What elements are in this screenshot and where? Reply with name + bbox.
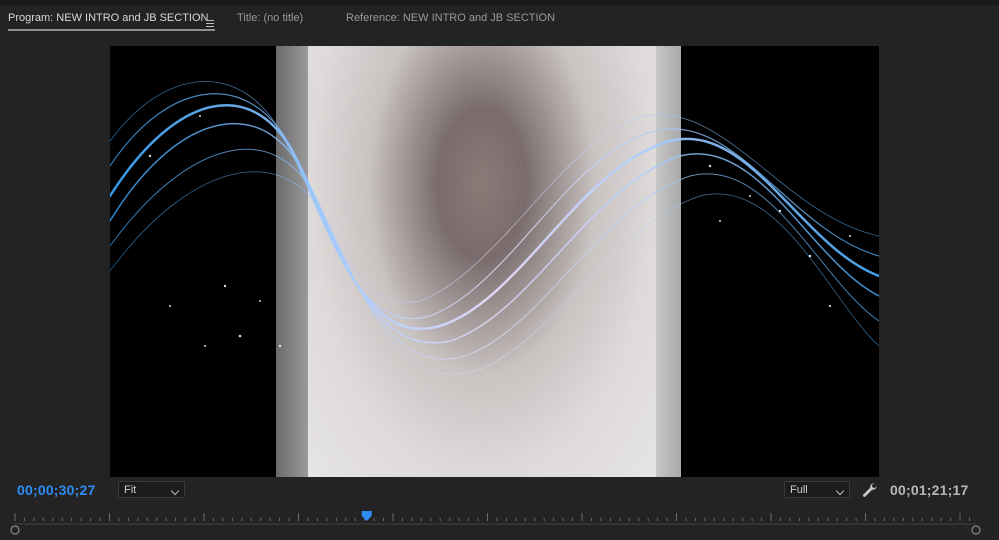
out-point-handle[interactable] — [971, 525, 981, 535]
zoom-level-select[interactable]: Fit — [118, 481, 185, 498]
active-tab-underline — [8, 29, 215, 31]
playhead-icon[interactable] — [361, 511, 372, 521]
tab-program[interactable]: Program: NEW INTRO and JB SECTION — [8, 12, 208, 24]
panel-tab-bar: Program: NEW INTRO and JB SECTION Title:… — [0, 5, 999, 35]
zoom-level-label: Fit — [124, 484, 137, 496]
program-monitor-viewer[interactable] — [110, 46, 879, 477]
tab-title[interactable]: Title: (no title) — [237, 12, 303, 24]
hamburger-menu-icon[interactable] — [206, 20, 214, 27]
current-timecode[interactable]: 00;00;30;27 — [17, 482, 95, 498]
wrench-icon[interactable] — [862, 482, 878, 498]
resolution-label: Full — [790, 484, 808, 496]
chevron-down-icon — [170, 486, 180, 496]
tab-reference[interactable]: Reference: NEW INTRO and JB SECTION — [346, 12, 555, 24]
chevron-down-icon — [835, 486, 845, 496]
in-point-handle[interactable] — [10, 525, 20, 535]
playback-resolution-select[interactable]: Full — [784, 481, 850, 498]
ruler-ticks — [14, 513, 970, 521]
sequence-duration-timecode: 00;01;21;17 — [890, 482, 969, 498]
time-ruler[interactable] — [0, 505, 999, 540]
light-streak-effect — [110, 81, 879, 375]
